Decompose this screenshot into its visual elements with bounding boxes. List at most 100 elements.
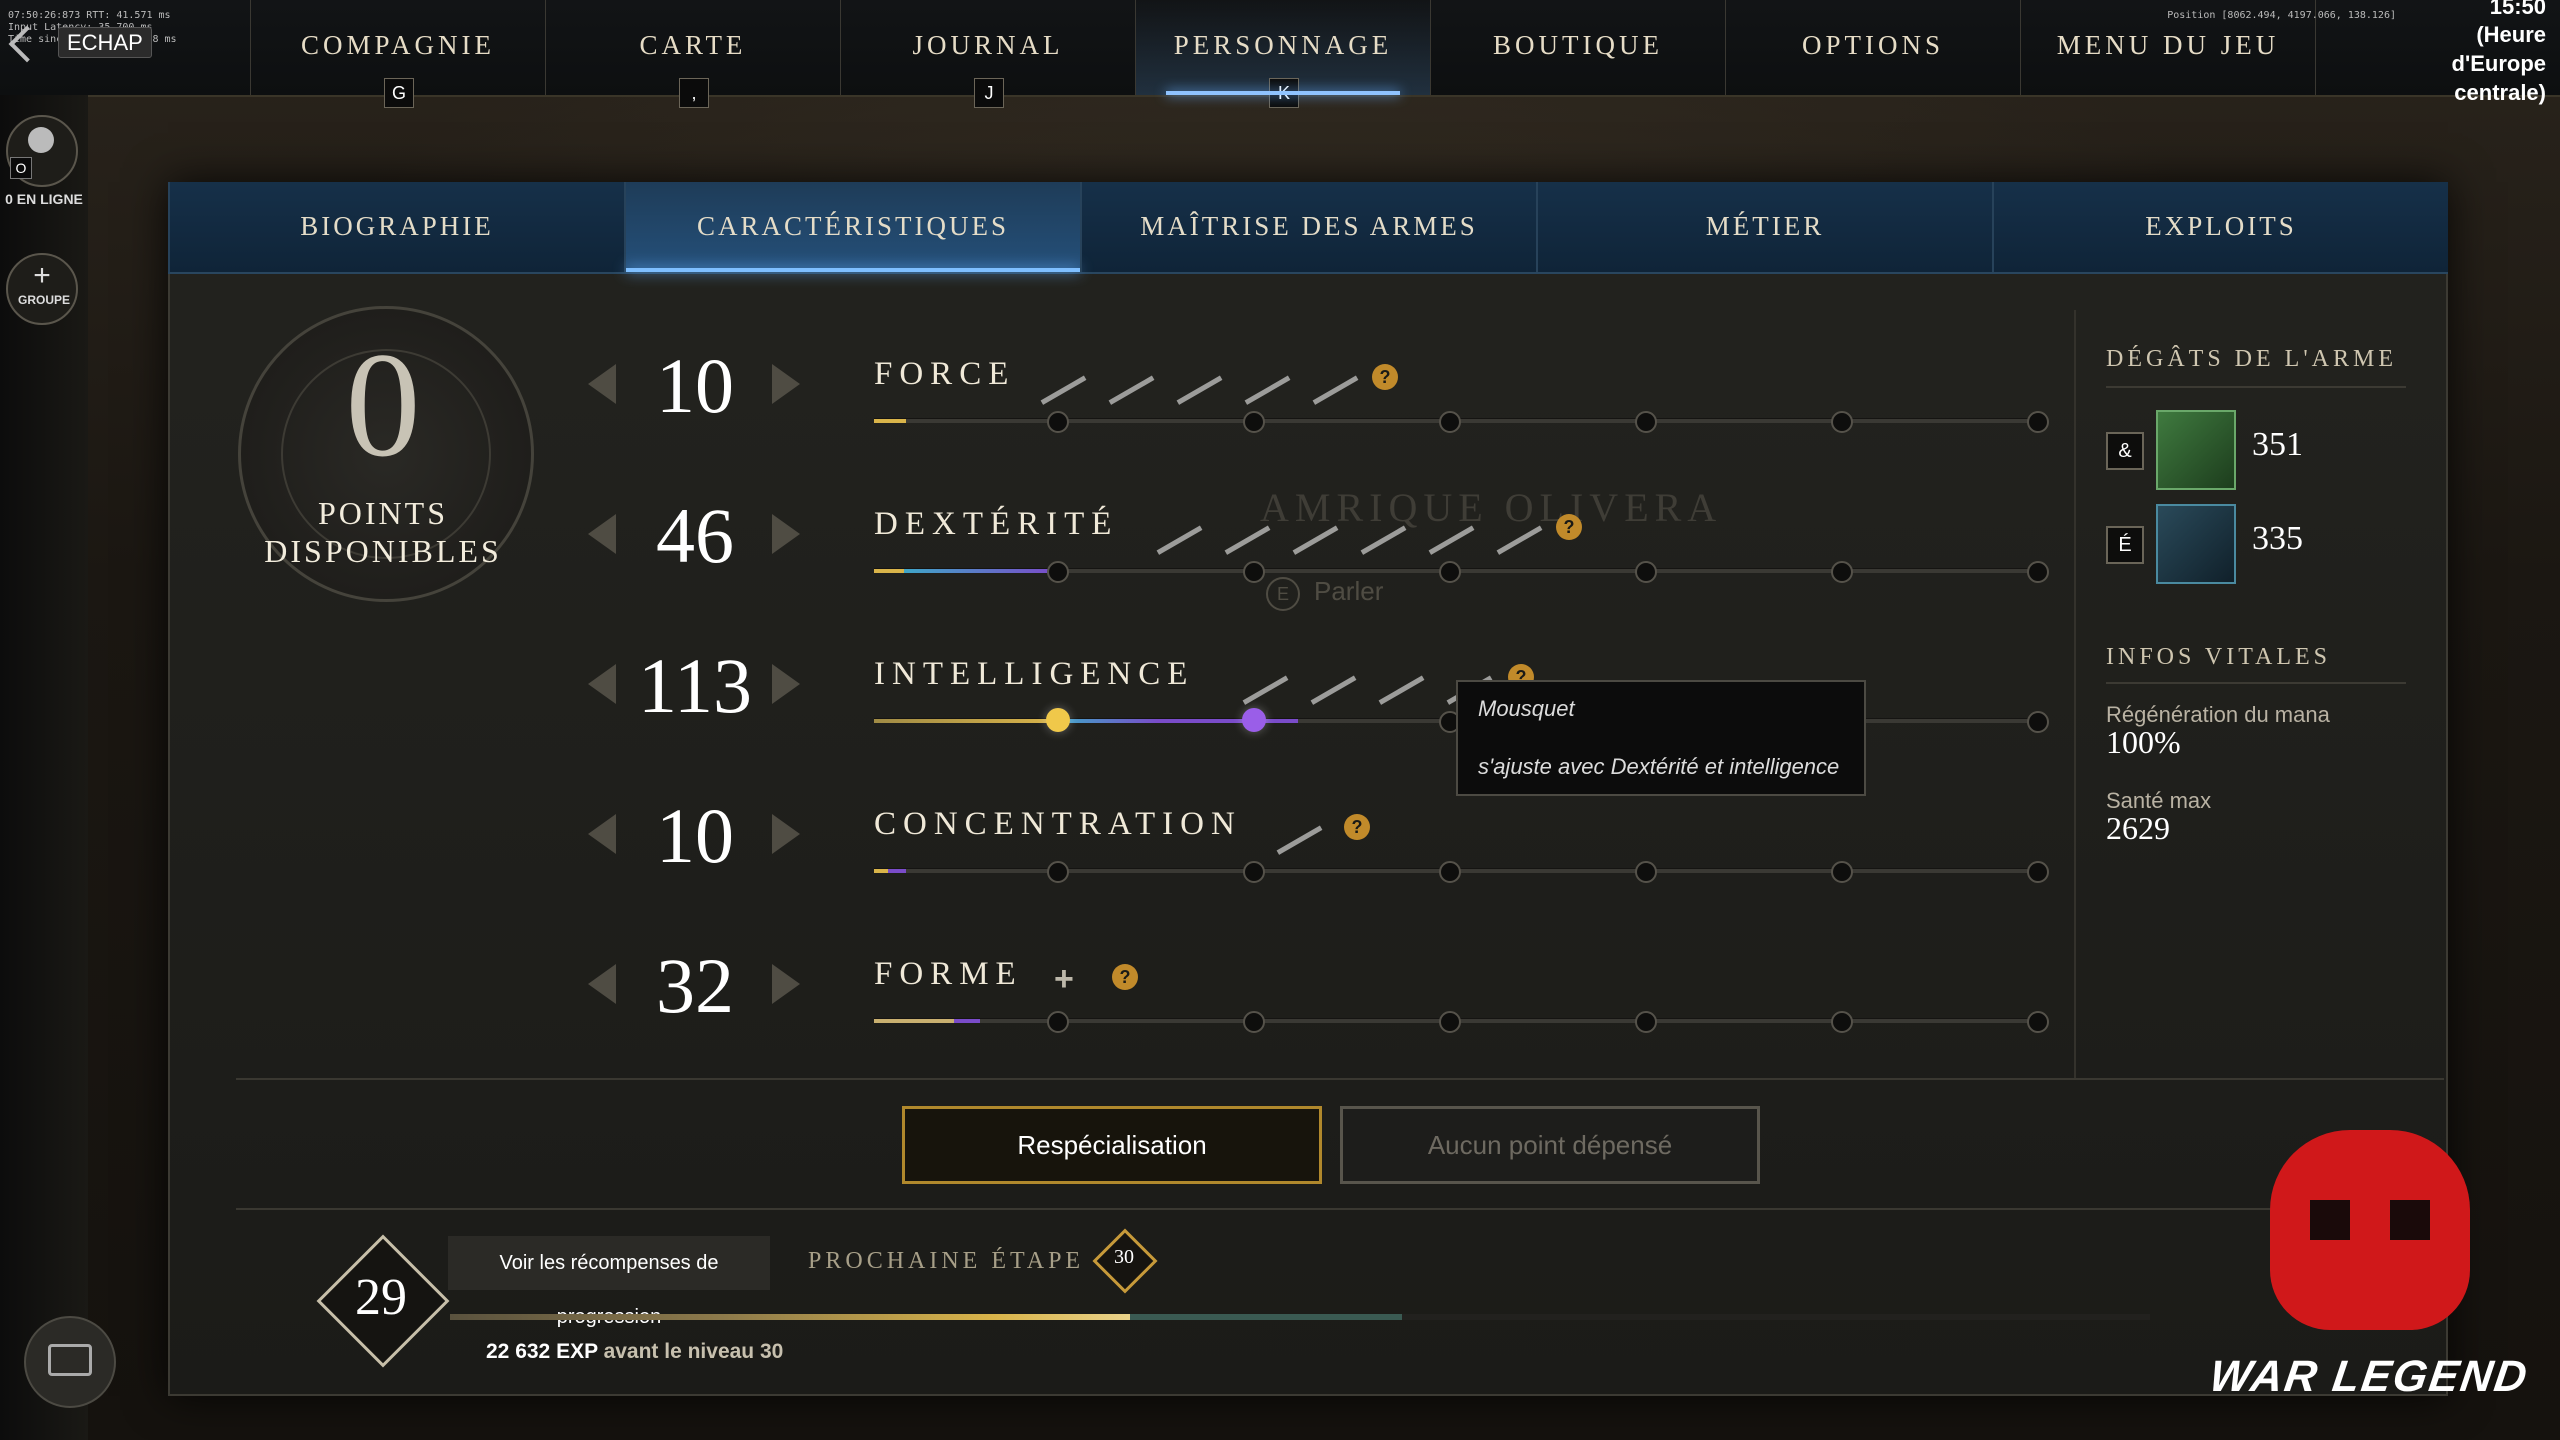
track-node — [1831, 411, 1853, 433]
tab-exploits[interactable]: EXPLOITS — [1992, 182, 2448, 272]
track-fill — [874, 569, 904, 573]
track-node — [1635, 411, 1657, 433]
track-fill — [888, 869, 906, 873]
increase-arrow-icon[interactable] — [772, 964, 800, 1004]
clock-time: 15:50 — [2489, 0, 2546, 19]
attribute-force: 10 FORCE ? — [580, 336, 2080, 466]
nav-hotkey: , — [679, 78, 709, 108]
track-node — [1243, 561, 1265, 583]
available-points-value: 0 — [345, 322, 421, 488]
tab-maitrise-des-armes[interactable]: MAÎTRISE DES ARMES — [1080, 182, 1536, 272]
greataxe-icon[interactable] — [1091, 346, 1155, 405]
nav-options[interactable]: OPTIONS — [1725, 0, 2020, 95]
attribute-dexterite: 46 DEXTÉRITÉ ? — [580, 486, 2080, 616]
track-fill — [874, 1019, 954, 1023]
track-fill — [904, 569, 1054, 573]
weapon-damage-title: DÉGÂTS DE L'ARME — [2106, 346, 2397, 372]
vital-value: 2629 — [2106, 810, 2170, 846]
weapon-tooltip: Mousquet s'ajuste avec Dextérité et inte… — [1456, 680, 1866, 796]
spear-icon[interactable] — [1275, 496, 1339, 555]
track-fill — [874, 869, 888, 873]
tab-metier[interactable]: MÉTIER — [1536, 182, 1992, 272]
clock-timezone: (Heure — [2476, 22, 2546, 47]
increase-arrow-icon[interactable] — [772, 364, 800, 404]
hatchet-icon[interactable] — [1227, 346, 1291, 405]
escape-button[interactable]: ECHAP — [8, 25, 152, 63]
watermark-logo: WAR LEGEND — [2207, 1130, 2550, 1420]
track-fill — [954, 1019, 980, 1023]
help-icon[interactable]: ? — [1344, 814, 1370, 840]
respec-button[interactable]: Respécialisation — [902, 1106, 1322, 1184]
track-node — [1243, 861, 1265, 883]
track-node — [1635, 561, 1657, 583]
weapon-slot-1: & 351 — [2106, 410, 2406, 490]
nav-hotkey: K — [1269, 78, 1299, 108]
decrease-arrow-icon[interactable] — [588, 964, 616, 1004]
track-node — [1047, 561, 1069, 583]
help-icon[interactable]: ? — [1112, 964, 1138, 990]
track-knob — [1046, 708, 1070, 732]
track-fill — [1058, 719, 1158, 723]
vitals-title: INFOS VITALES — [2106, 644, 2331, 670]
track-fill — [874, 719, 1058, 723]
track-node — [1831, 1011, 1853, 1033]
attribute-name: FORCE — [874, 356, 1016, 392]
clock: Position [8062.494, 4197.066, 138.126] 1… — [2167, 0, 2546, 107]
watermark-text: WAR LEGEND — [2206, 1352, 2532, 1401]
life-staff-icon[interactable] — [1259, 796, 1323, 855]
points-label-line: DISPONIBLES — [264, 533, 502, 569]
track-node — [1047, 861, 1069, 883]
fire-staff-icon[interactable] — [1225, 646, 1289, 705]
decrease-arrow-icon[interactable] — [588, 514, 616, 554]
tab-biographie[interactable]: BIOGRAPHIE — [168, 182, 624, 272]
rapier-icon[interactable] — [1139, 496, 1203, 555]
online-count-label: 0 EN LIGNE — [5, 191, 83, 207]
nav-compagnie[interactable]: COMPAGNIE G — [250, 0, 545, 108]
level-badge: 29 — [316, 1234, 450, 1368]
musket-icon[interactable] — [1207, 496, 1271, 555]
weapon-slot-key: & — [2106, 432, 2144, 470]
track-node — [1047, 411, 1069, 433]
warhammer-icon[interactable] — [1159, 346, 1223, 405]
sword-icon[interactable] — [1479, 496, 1543, 555]
help-icon[interactable]: ? — [1372, 364, 1398, 390]
bow-icon[interactable] — [1343, 496, 1407, 555]
next-level-value: 30 — [1114, 1246, 1134, 1268]
group-button[interactable]: + — [6, 253, 78, 325]
decrease-arrow-icon[interactable] — [588, 814, 616, 854]
decrease-arrow-icon[interactable] — [588, 364, 616, 404]
nav-personnage[interactable]: PERSONNAGE K — [1135, 0, 1430, 108]
increase-arrow-icon[interactable] — [772, 664, 800, 704]
character-tabs: BIOGRAPHIE CARACTÉRISTIQUES MAÎTRISE DES… — [168, 182, 2448, 274]
next-milestone-label: PROCHAINE ÉTAPE — [808, 1248, 1085, 1274]
tab-caracteristiques[interactable]: CARACTÉRISTIQUES — [624, 182, 1080, 272]
nav-carte[interactable]: CARTE, — [545, 0, 840, 108]
chat-button[interactable] — [24, 1316, 116, 1408]
help-icon[interactable]: ? — [1556, 514, 1582, 540]
weapon-icons — [1139, 496, 1543, 555]
rapier-icon[interactable] — [1361, 646, 1425, 705]
increase-arrow-icon[interactable] — [772, 514, 800, 554]
hatchet-icon[interactable] — [1411, 496, 1475, 555]
spear-icon[interactable] — [1295, 346, 1359, 405]
online-friends-button[interactable]: O — [6, 115, 78, 187]
decrease-arrow-icon[interactable] — [588, 664, 616, 704]
clock-timezone: centrale) — [2454, 80, 2546, 105]
track-node — [1243, 1011, 1265, 1033]
attribute-name: CONCENTRATION — [874, 806, 1242, 842]
xp-remaining: 22 632 EXP avant le niveau 30 — [486, 1340, 783, 1364]
nav-journal[interactable]: JOURNAL J — [840, 0, 1135, 108]
stats-sidebar: DÉGÂTS DE L'ARME & 351 É 335 INFOS VITAL… — [2074, 310, 2428, 1080]
position-readout: Position [8062.494, 4197.066, 138.126] — [2167, 10, 2396, 21]
escape-key-label: ECHAP — [58, 27, 152, 58]
track-node — [1439, 411, 1461, 433]
progression-rewards-button[interactable]: Voir les récompenses de progression — [448, 1236, 770, 1328]
increase-arrow-icon[interactable] — [772, 814, 800, 854]
skull-icon — [2270, 1130, 2470, 1330]
gauntlet-icon[interactable] — [1293, 646, 1357, 705]
war-hammer-icon[interactable] — [2156, 410, 2236, 490]
sword-icon[interactable] — [1023, 346, 1087, 405]
void-gauntlet-icon[interactable] — [2156, 504, 2236, 584]
skull-eye — [2310, 1200, 2350, 1240]
nav-boutique[interactable]: BOUTIQUE — [1430, 0, 1725, 95]
